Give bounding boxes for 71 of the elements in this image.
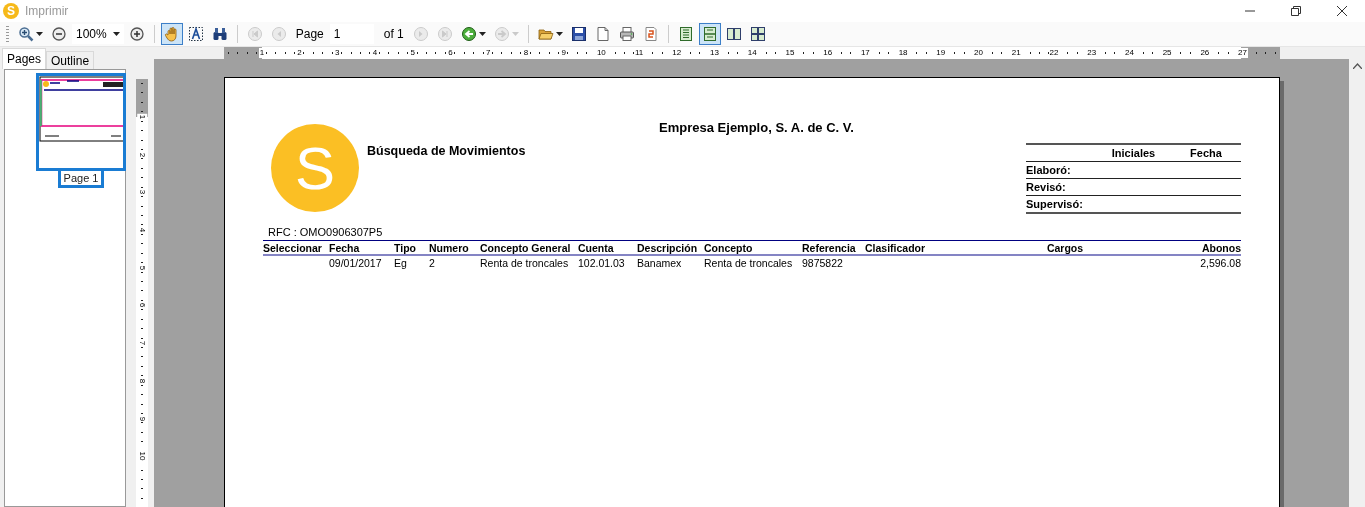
text-select-icon (187, 26, 204, 42)
horizontal-ruler: 1 2 3 4 5 6 7 8 9 10 11 12 13 14 15 16 17 18 19 20 21 22 23 24 25 26 27 (224, 47, 1280, 59)
folder-icon (537, 26, 554, 42)
signature-label: Supervisó: (1026, 198, 1084, 210)
save-icon (570, 26, 587, 42)
zoom-combo[interactable]: 100% (72, 24, 124, 44)
column-header: Numero (429, 241, 470, 254)
column-header: Abonos (1200, 241, 1241, 254)
company-name: Empresa Ejemplo, S. A. de C. V. (658, 120, 855, 136)
column-header: Concepto (704, 241, 754, 254)
column-header: Tipo (394, 241, 417, 254)
caret-icon (478, 32, 486, 36)
caret-icon (112, 32, 120, 36)
close-icon (1337, 6, 1347, 16)
first-page-icon (246, 26, 263, 42)
column-header: Descripción (637, 241, 699, 254)
continuous-button[interactable] (698, 23, 721, 45)
table-cell-text: 102.01.03 (578, 257, 626, 269)
table-cell-text: 2,596.08 (1199, 257, 1241, 269)
table-cell-text: 09/01/2017 (329, 257, 383, 269)
single-page-icon (677, 26, 694, 42)
caret-icon (511, 32, 519, 36)
zoom-in-icon (18, 26, 34, 42)
report-title: Búsqueda de Movimientos (367, 144, 527, 158)
scroll-up-icon[interactable] (1352, 63, 1362, 69)
vertical-ruler: 1 2 3 4 5 6 7 8 9 10 (136, 79, 148, 507)
page-icon (594, 26, 611, 42)
column-header: Iniciales (1110, 147, 1157, 159)
signature-label: Revisó: (1026, 181, 1067, 193)
table-cell-text: Renta de troncales (704, 257, 794, 269)
continuous-page-icon (701, 26, 718, 42)
back-icon (460, 26, 477, 42)
column-header: Referencia (802, 241, 857, 254)
table-cell-text: Banamex (637, 257, 683, 269)
restore-icon (1291, 6, 1301, 16)
rfc-text: RFC : OMO0906307P5 (268, 226, 384, 238)
previous-page-icon (270, 26, 287, 42)
column-header: Fecha (1189, 147, 1223, 159)
two-pages-icon (725, 26, 742, 42)
last-page-icon (436, 26, 453, 42)
panel-tab[interactable]: Pages (2, 48, 47, 69)
column-header: Clasificador (865, 241, 927, 254)
column-header: Fecha (329, 241, 361, 254)
page-number-field[interactable]: 1 (329, 24, 374, 44)
page-label: Page (294, 27, 325, 41)
caret-icon (36, 32, 43, 36)
table-cell-text: Eg (394, 257, 408, 269)
next-page-icon (412, 26, 429, 42)
table-cell-text: 9875822 (802, 257, 844, 269)
zoom-out-icon (51, 26, 67, 42)
page-label: of 1 (382, 27, 405, 41)
company-logo: S (271, 124, 359, 212)
column-header: Cargos (1045, 241, 1085, 254)
pan-tool-button[interactable] (160, 23, 183, 45)
table-cell-text: 2 (429, 257, 436, 269)
zoom-in-icon (128, 26, 145, 42)
caret-icon (555, 32, 563, 36)
export-icon (642, 26, 659, 42)
column-header: Concepto General (480, 241, 572, 254)
binoculars-icon (211, 26, 228, 42)
table-cell-text: Renta de troncales (480, 257, 570, 269)
column-header: Seleccionar (263, 241, 323, 254)
app-logo: S (3, 3, 19, 19)
signature-label: Elaboró: (1026, 164, 1072, 176)
hand-icon (163, 26, 180, 42)
multi-page-icon (749, 26, 766, 42)
printer-icon (618, 26, 635, 42)
column-header: Cuenta (578, 241, 615, 254)
window-title: Imprimir (25, 4, 70, 18)
forward-icon (493, 26, 510, 42)
panel-tab[interactable]: Outline (46, 51, 95, 69)
